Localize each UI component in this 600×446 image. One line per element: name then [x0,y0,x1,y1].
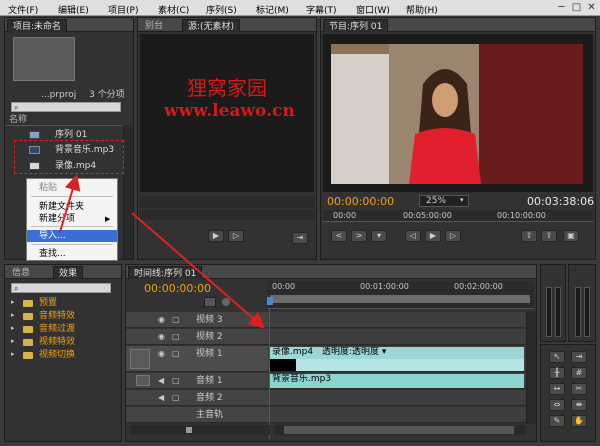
annotation-arrows [59,174,266,329]
annotation-arrow-to-timeline [131,212,266,329]
annotation-arrow-to-file [59,174,81,233]
